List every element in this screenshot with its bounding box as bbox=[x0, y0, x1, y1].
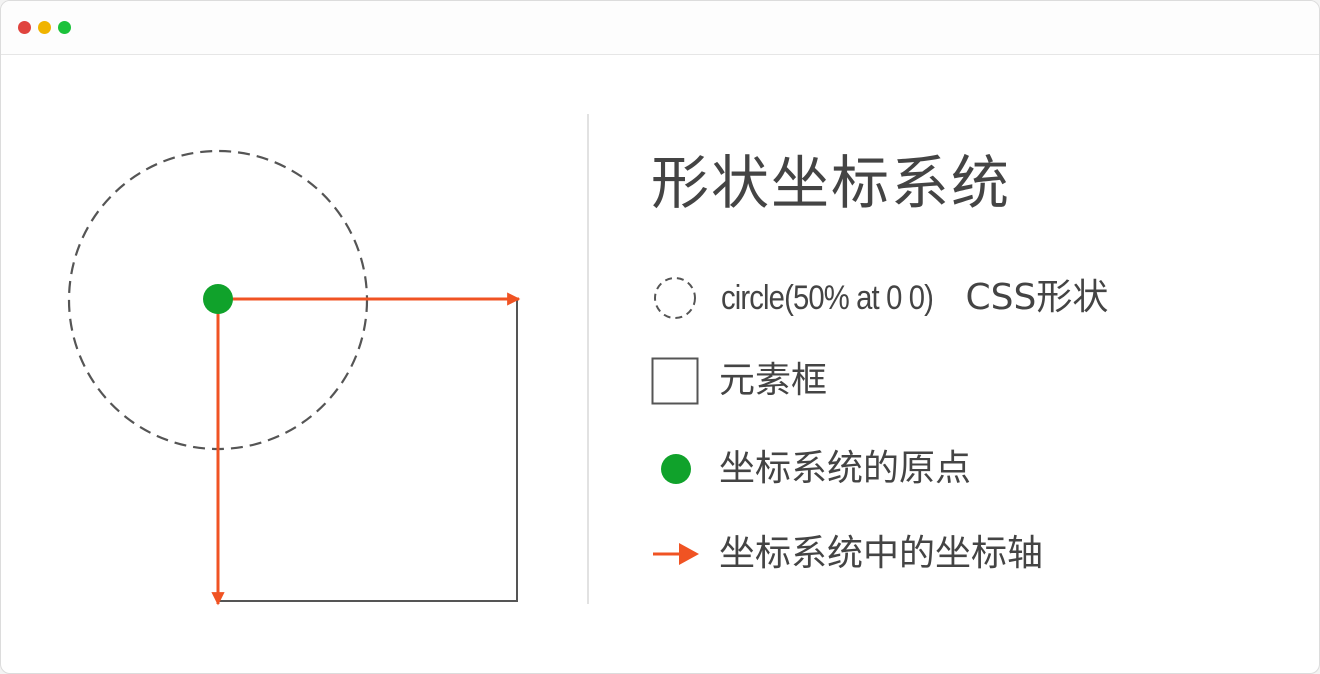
legend-label: 坐标系统的原点 bbox=[719, 448, 972, 489]
legend-label: 坐标系统中的坐标轴 bbox=[719, 533, 1044, 574]
legend-item-origin: 坐标系统的原点 bbox=[651, 445, 971, 493]
dashed-circle-icon bbox=[651, 274, 701, 322]
legend-label: 元素框 bbox=[719, 360, 828, 401]
divider bbox=[587, 114, 589, 604]
legend-title: 形状坐标系统 bbox=[651, 149, 1012, 217]
element-box bbox=[218, 299, 518, 602]
legend-item-element-box: 元素框 bbox=[651, 357, 827, 405]
legend-label: CSS形状 bbox=[965, 277, 1109, 318]
legend-code: circle(50% at 0 0) bbox=[721, 279, 934, 317]
green-dot-icon bbox=[651, 445, 701, 493]
coordinate-diagram bbox=[67, 149, 521, 606]
square-outline-icon bbox=[651, 357, 701, 405]
legend-item-axis: 坐标系统中的坐标轴 bbox=[651, 530, 1043, 578]
legend-item-css-shape: circle(50% at 0 0) CSS形状 bbox=[651, 274, 1108, 322]
app-window: 形状坐标系统 circle(50% at 0 0) CSS形状 元素框 坐标系统… bbox=[0, 0, 1320, 674]
red-arrow-icon bbox=[651, 530, 701, 578]
origin-point bbox=[203, 284, 233, 314]
